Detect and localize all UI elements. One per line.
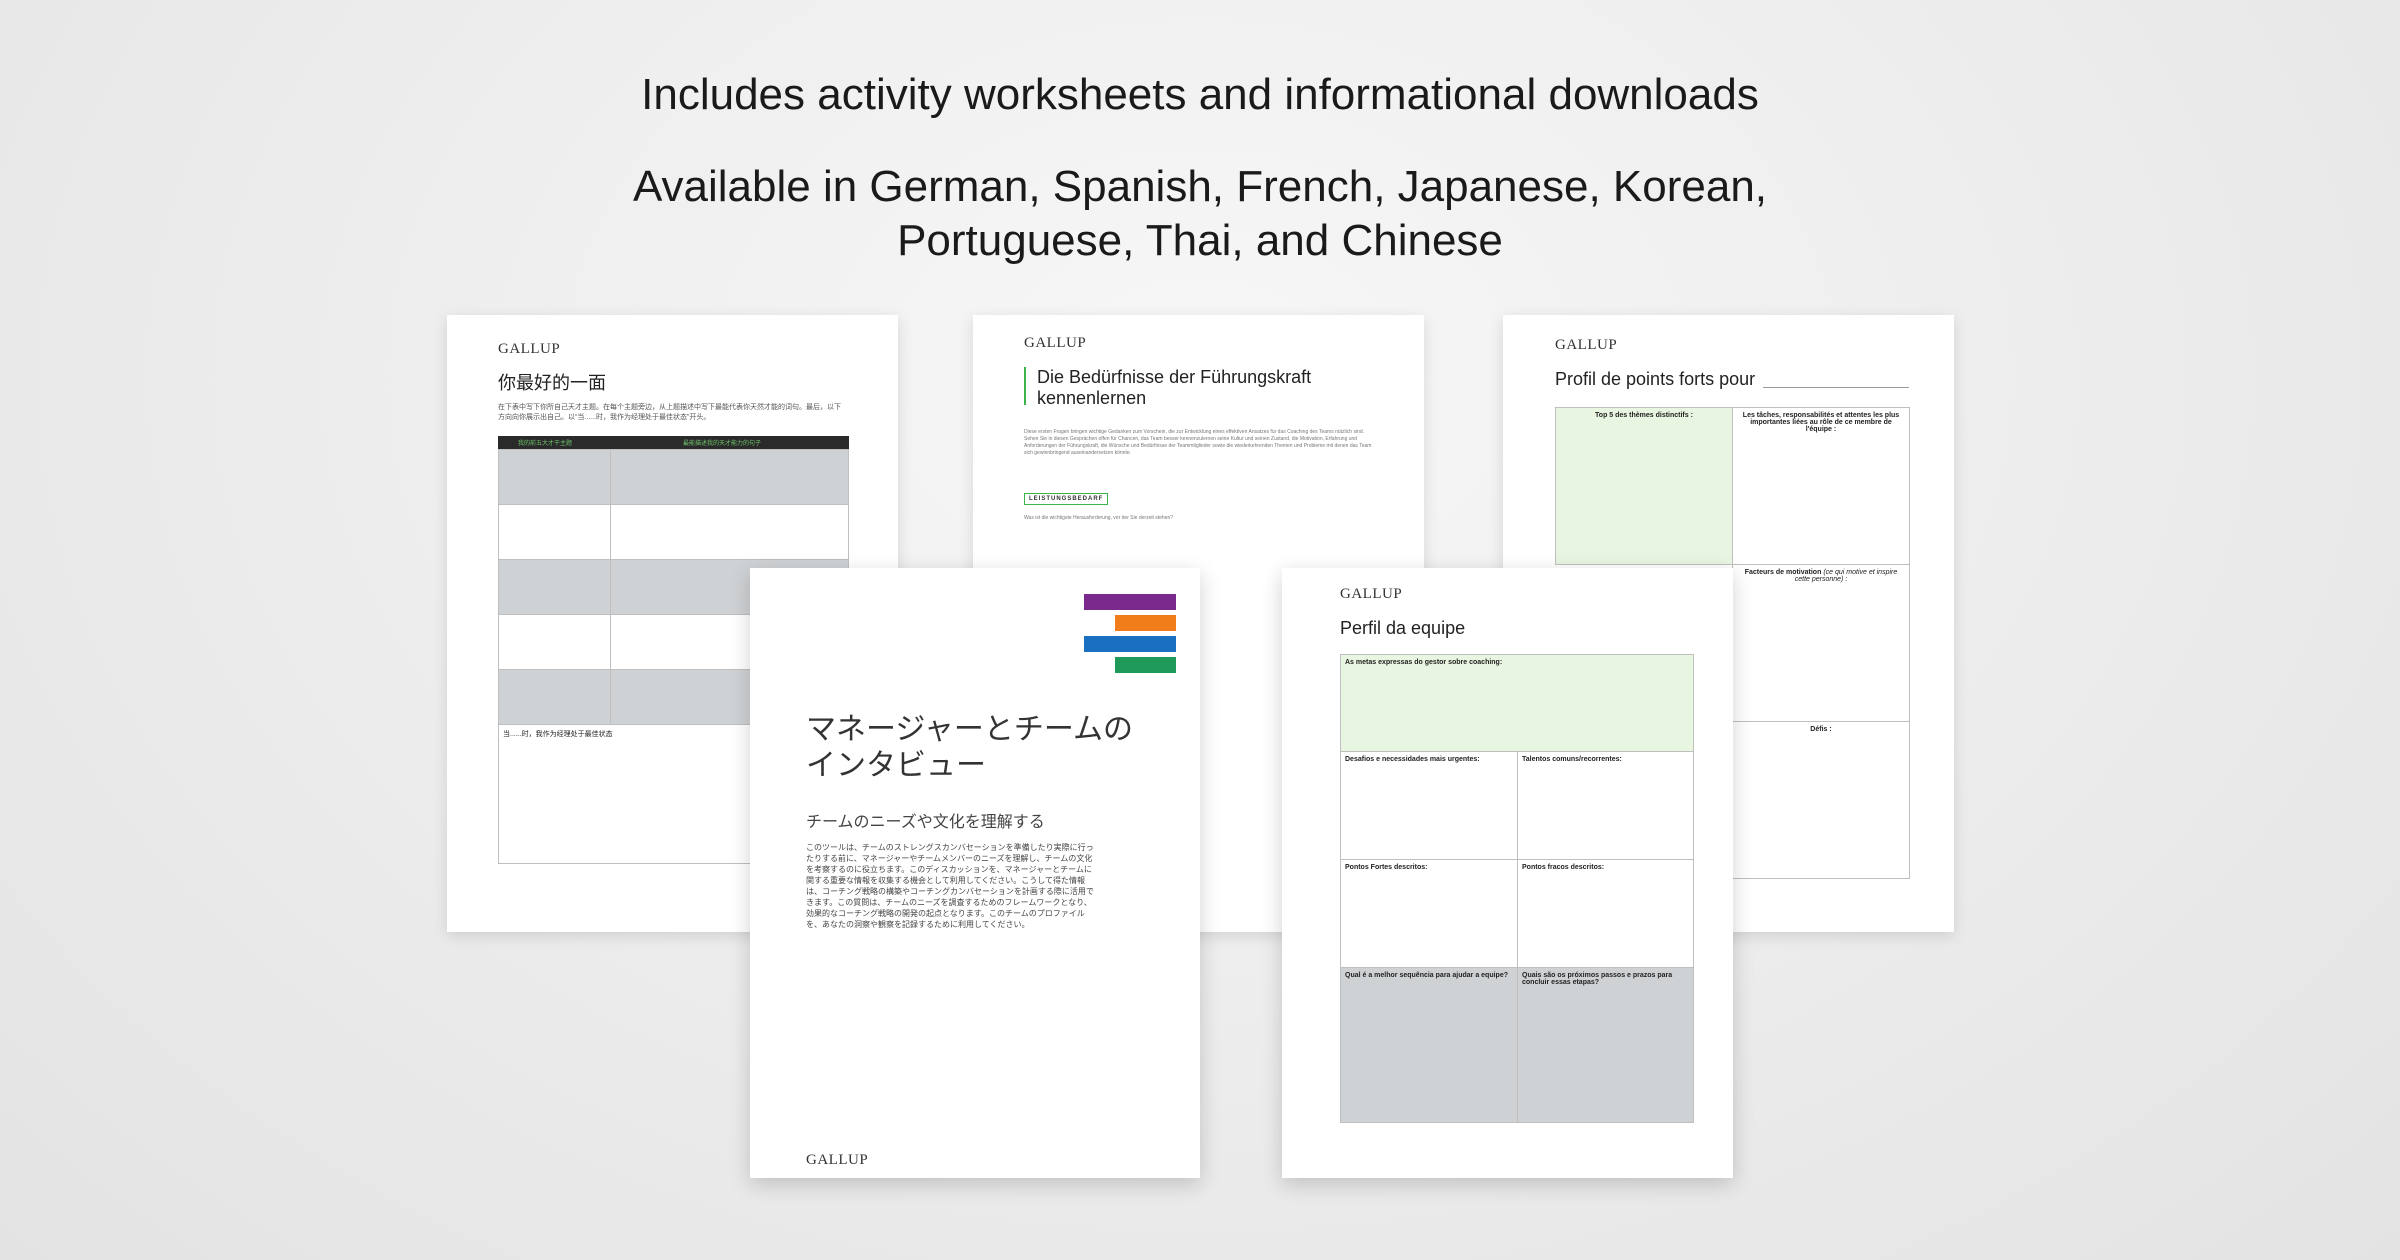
table-row bbox=[498, 559, 611, 615]
next-steps-label: Quais são os próximos passos e prazos pa… bbox=[1522, 972, 1673, 986]
motivation-label: Facteurs de motivation bbox=[1744, 569, 1822, 576]
question: Was ist die wichtigste Herausforderung, … bbox=[1024, 515, 1174, 521]
subheadline-line-2: Portuguese, Thai, and Chinese bbox=[897, 216, 1503, 265]
challenges-cell: Desafios e necessidades mais urgentes: bbox=[1340, 751, 1518, 860]
portuguese-worksheet: GALLUP Perfil da equipe As metas express… bbox=[1282, 568, 1733, 1178]
cover-body: このツールは、チームのストレングスカンバセーションを準備したり実際に行ったりする… bbox=[806, 843, 1094, 929]
table-row bbox=[610, 449, 849, 505]
gallup-logo: GALLUP bbox=[806, 1152, 869, 1168]
gallup-logo: GALLUP bbox=[1024, 335, 1087, 351]
headline: Includes activity worksheets and informa… bbox=[641, 70, 1759, 119]
sequence-label: Qual é a melhor sequência para ajudar a … bbox=[1345, 972, 1508, 979]
table-row bbox=[498, 504, 611, 560]
page-intro: 在下表中写下你所自己天才主题。在每个主题旁边，从上题描述中写下最能代表你天然才能… bbox=[498, 404, 841, 421]
themes-cell: Top 5 des thèmes distinctifs : bbox=[1555, 407, 1733, 565]
brand-bar-purple bbox=[1084, 594, 1176, 610]
weaknesses-cell: Pontos fracos descritos: bbox=[1517, 859, 1694, 968]
brand-bar-green bbox=[1115, 657, 1176, 673]
cover-title: マネージャーとチームの インタビュー bbox=[806, 712, 1133, 784]
accent-line bbox=[1024, 367, 1026, 405]
subheadline: Available in German, Spanish, French, Ja… bbox=[0, 160, 2400, 268]
name-underline bbox=[1763, 387, 1909, 388]
talents-label: Talentos comuns/recorrentes: bbox=[1522, 756, 1622, 763]
strengths-cell: Pontos Fortes descritos: bbox=[1340, 859, 1518, 968]
themes-label: Top 5 des thèmes distinctifs : bbox=[1595, 412, 1693, 419]
table-row bbox=[498, 669, 611, 725]
section-badge: LEISTUNGSBEDARF bbox=[1024, 493, 1109, 505]
challenges-label: Défis : bbox=[1810, 726, 1832, 733]
title-line-1: Die Bedürfnisse der Führungskraft bbox=[1037, 367, 1312, 387]
brand-bar-orange bbox=[1115, 615, 1176, 631]
next-steps-cell: Quais são os próximos passos e prazos pa… bbox=[1517, 967, 1694, 1123]
strengths-label: Pontos Fortes descritos: bbox=[1345, 864, 1428, 871]
japanese-cover: マネージャーとチームの インタビュー チームのニーズや文化を理解する このツール… bbox=[750, 568, 1200, 1178]
table-row bbox=[610, 504, 849, 560]
page-body: Diese ersten Fragen bringen wichtige Ged… bbox=[1024, 429, 1372, 456]
motivation-cell: Facteurs de motivation (ce qui motive et… bbox=[1732, 564, 1910, 722]
page-title: Perfil da equipe bbox=[1340, 618, 1466, 638]
page-title: Die Bedürfnisse der Führungskraft kennen… bbox=[1037, 367, 1311, 409]
table-row bbox=[498, 449, 611, 505]
gallup-logo: GALLUP bbox=[1555, 337, 1618, 353]
challenges-label: Desafios e necessidades mais urgentes: bbox=[1345, 756, 1480, 763]
cover-title-line-2: インタビュー bbox=[806, 749, 986, 782]
goals-label: As metas expressas do gestor sobre coach… bbox=[1345, 659, 1503, 666]
cover-subtitle: チームのニーズや文化を理解する bbox=[806, 814, 1045, 831]
col-header-1: 我的前五大才干主题 bbox=[518, 441, 573, 447]
col-header-2: 最能描述我的天才能力的句子 bbox=[683, 441, 762, 447]
cover-title-line-1: マネージャーとチームの bbox=[806, 713, 1133, 746]
gallup-logo: GALLUP bbox=[498, 341, 561, 357]
table-row bbox=[498, 614, 611, 670]
gallup-logo: GALLUP bbox=[1340, 586, 1403, 602]
table-header: 我的前五大才干主题 最能描述我的天才能力的句子 bbox=[498, 436, 849, 449]
sequence-cell: Qual é a melhor sequência para ajudar a … bbox=[1340, 967, 1518, 1123]
subheadline-line-1: Available in German, Spanish, French, Ja… bbox=[632, 162, 1768, 211]
challenges-cell: Défis : bbox=[1732, 721, 1910, 879]
title-line-2: kennenlernen bbox=[1037, 388, 1147, 408]
tasks-label: Les tâches, responsabilités et attentes … bbox=[1742, 412, 1900, 433]
brand-bar-blue bbox=[1084, 636, 1176, 652]
closing-prompt: 当......时，我作为经理处于最佳状态 bbox=[503, 731, 613, 738]
page-title: 你最好的一面 bbox=[498, 373, 606, 393]
page-title: Profil de points forts pour bbox=[1555, 369, 1756, 389]
weaknesses-label: Pontos fracos descritos: bbox=[1522, 864, 1605, 871]
tasks-cell: Les tâches, responsabilités et attentes … bbox=[1732, 407, 1910, 565]
talents-cell: Talentos comuns/recorrentes: bbox=[1517, 751, 1694, 860]
goals-cell: As metas expressas do gestor sobre coach… bbox=[1340, 654, 1694, 752]
